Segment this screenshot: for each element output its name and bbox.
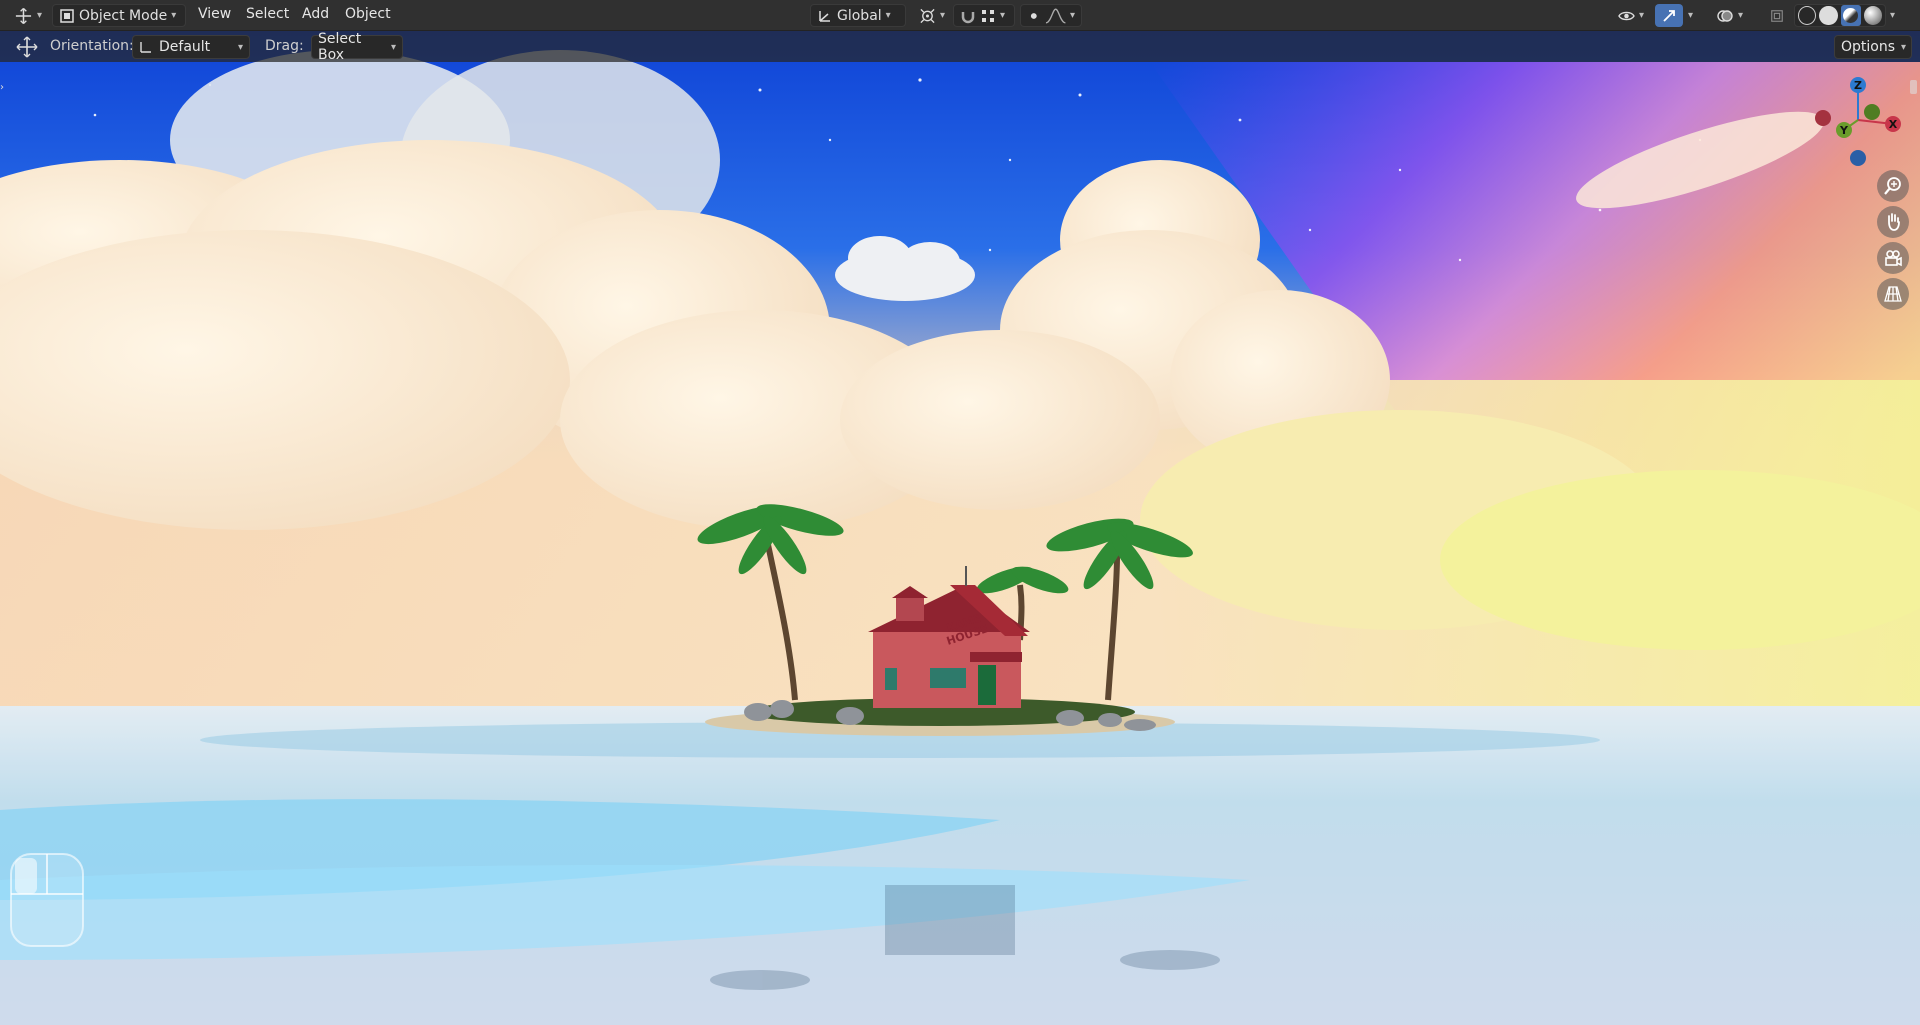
chevron-down-icon: ▾ bbox=[1738, 10, 1744, 21]
perspective-toggle-button[interactable] bbox=[1877, 278, 1909, 310]
gizmo-x-label: X bbox=[1889, 118, 1898, 131]
options-label: Options bbox=[1841, 39, 1896, 55]
toolbar-expand-icon[interactable]: › bbox=[0, 82, 7, 94]
gizmo-arrow-icon bbox=[1663, 9, 1675, 22]
drag-field-label: Drag: bbox=[265, 38, 304, 54]
visibility-button[interactable]: ▾ bbox=[1612, 4, 1650, 27]
hand-pan-icon bbox=[1888, 213, 1900, 231]
chevron-down-icon: ▾ bbox=[1000, 10, 1006, 21]
transform-orientation-selector[interactable]: Global ▾ bbox=[810, 4, 906, 27]
gizmo-z-label: Z bbox=[1854, 79, 1862, 92]
xray-button[interactable] bbox=[1764, 4, 1790, 27]
object-mode-icon bbox=[60, 8, 74, 23]
mode-label: Object Mode bbox=[79, 7, 168, 24]
menu-object[interactable]: Object bbox=[345, 6, 391, 22]
pivot-icon bbox=[920, 8, 935, 23]
proportional-dot-icon bbox=[1030, 12, 1037, 19]
orientation-value: Default bbox=[159, 39, 211, 55]
chevron-down-icon: ▾ bbox=[237, 41, 243, 53]
options-button[interactable]: Options ▾ bbox=[1834, 35, 1912, 59]
3d-viewport[interactable]: KAME HOUSE bbox=[0, 0, 1920, 1025]
chevron-down-icon: ▾ bbox=[171, 10, 177, 21]
pivot-point-button[interactable]: ▾ bbox=[913, 4, 951, 27]
orientation-axes-icon bbox=[819, 10, 830, 22]
chevron-down-icon: ▾ bbox=[1890, 10, 1896, 21]
chevron-down-icon: ▾ bbox=[36, 10, 42, 21]
drag-value: Select Box bbox=[318, 31, 362, 63]
snap-toggle-group[interactable]: ▾ bbox=[953, 4, 1015, 27]
eye-icon bbox=[1618, 11, 1635, 20]
chevron-down-icon: ▾ bbox=[1069, 10, 1075, 21]
magnet-icon bbox=[961, 11, 975, 23]
shading-dropdown[interactable]: ▾ bbox=[1886, 4, 1908, 27]
menu-view[interactable]: View bbox=[198, 6, 231, 22]
pan-button[interactable] bbox=[1877, 206, 1909, 238]
gizmo-neg-z-axis[interactable] bbox=[1850, 150, 1866, 166]
orientation-label: Global bbox=[837, 7, 882, 24]
menu-add[interactable]: Add bbox=[302, 6, 329, 22]
grid-perspective-icon bbox=[1884, 286, 1902, 302]
camera-icon bbox=[1885, 250, 1902, 267]
orientation-axes-icon bbox=[140, 42, 151, 53]
chevron-down-icon: ▾ bbox=[1901, 41, 1907, 53]
snap-grid-icon bbox=[982, 9, 994, 22]
chevron-down-icon: ▾ bbox=[1688, 10, 1694, 21]
orientation-dropdown[interactable]: Default ▾ bbox=[132, 35, 250, 59]
orientation-field-label: Orientation: bbox=[50, 38, 134, 54]
mode-selector[interactable]: Object Mode ▾ bbox=[52, 4, 186, 27]
editor-type-button[interactable]: ▾ bbox=[8, 4, 48, 27]
overlays-button[interactable]: ▾ bbox=[1710, 4, 1750, 27]
camera-view-button[interactable] bbox=[1877, 242, 1909, 274]
scrollbar-handle[interactable] bbox=[1910, 80, 1917, 94]
gizmo-dropdown[interactable]: ▾ bbox=[1684, 4, 1702, 27]
xray-icon bbox=[1771, 9, 1783, 22]
navigation-gizmo[interactable]: Z X Y bbox=[1800, 72, 1910, 182]
rendered-shading-icon[interactable] bbox=[1863, 6, 1882, 25]
viewport-header: ▾ Object Mode ▾ View Select Add Object G… bbox=[0, 0, 1920, 31]
tool-settings-bar: Orientation: Default ▾ Drag: Select Box … bbox=[0, 31, 1920, 63]
wireframe-shading-icon[interactable] bbox=[1798, 6, 1817, 25]
gizmo-y-label: Y bbox=[1839, 124, 1849, 137]
gizmo-toggle-button[interactable] bbox=[1655, 4, 1683, 27]
overlay-circles-icon bbox=[1717, 9, 1733, 22]
drag-dropdown[interactable]: Select Box ▾ bbox=[311, 31, 403, 63]
zoom-button[interactable] bbox=[1877, 170, 1909, 202]
menu-select[interactable]: Select bbox=[246, 6, 289, 22]
zoom-icon bbox=[1884, 177, 1901, 195]
proportional-editing-group[interactable]: ▾ bbox=[1020, 4, 1082, 27]
shading-mode-group[interactable] bbox=[1794, 4, 1886, 27]
falloff-curve-icon bbox=[1045, 8, 1066, 23]
transform-tool-icon[interactable] bbox=[16, 36, 38, 58]
material-preview-shading-icon[interactable] bbox=[1840, 5, 1861, 26]
chevron-down-icon: ▾ bbox=[390, 41, 396, 53]
move-gizmo-icon bbox=[15, 7, 32, 24]
chevron-down-icon: ▾ bbox=[885, 10, 891, 21]
solid-shading-icon[interactable] bbox=[1819, 6, 1838, 25]
mouse-status-icon bbox=[10, 853, 84, 947]
gizmo-neg-y-axis[interactable] bbox=[1864, 104, 1880, 120]
scene-render: KAME HOUSE bbox=[0, 0, 1920, 1025]
chevron-down-icon: ▾ bbox=[1638, 10, 1644, 21]
chevron-down-icon: ▾ bbox=[939, 10, 945, 21]
gizmo-neg-x-axis[interactable] bbox=[1815, 110, 1831, 126]
